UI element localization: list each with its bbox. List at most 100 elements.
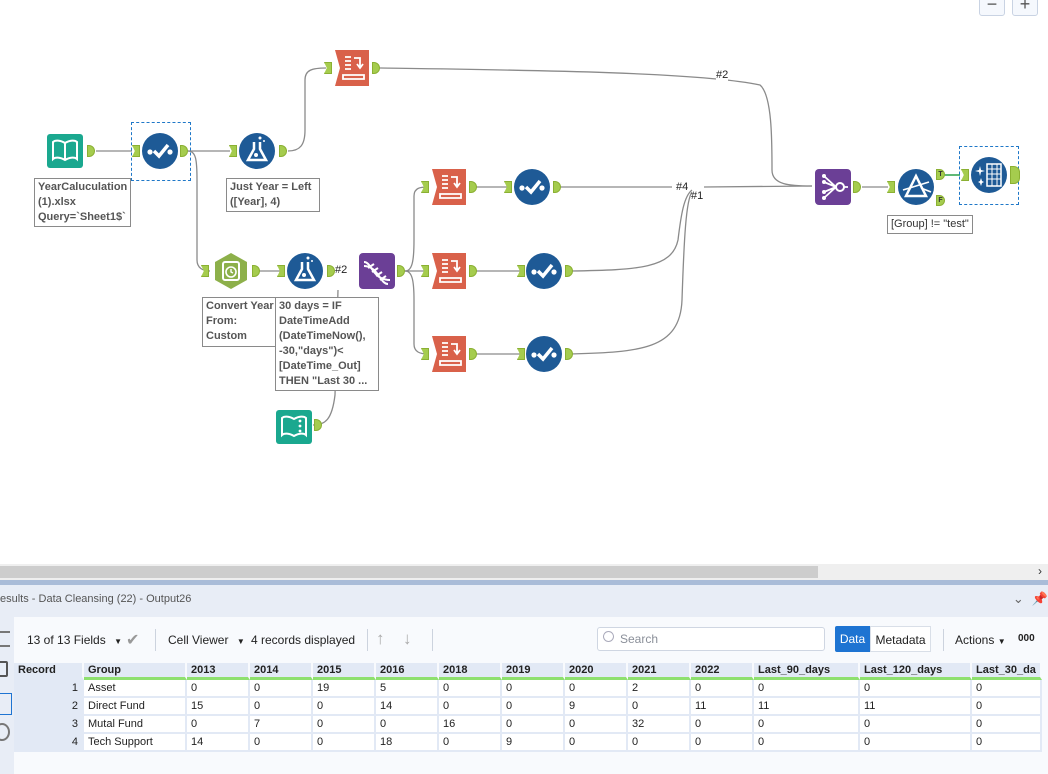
table-cell[interactable]: 0 [860, 680, 972, 698]
cross-tab-tool[interactable] [430, 335, 468, 373]
table-cell[interactable]: 0 [313, 716, 376, 734]
table-cell[interactable]: 0 [860, 734, 972, 752]
table-cell[interactable]: 0 [187, 680, 250, 698]
pin-icon[interactable]: 📌 [1032, 591, 1048, 606]
table-cell[interactable]: 11 [691, 698, 754, 716]
cross-tab-tool[interactable] [430, 252, 468, 290]
table-cell[interactable]: 0 [376, 716, 439, 734]
table-cell[interactable]: 0 [754, 680, 860, 698]
table-cell[interactable]: 0 [691, 680, 754, 698]
join-multiple-tool[interactable] [814, 168, 852, 206]
square-icon[interactable] [0, 661, 8, 677]
record-number[interactable]: 2 [14, 698, 84, 716]
table-cell[interactable]: 14 [376, 698, 439, 716]
arrow-up-icon[interactable]: ↑ [376, 629, 385, 649]
table-cell[interactable]: 0 [972, 698, 1042, 716]
data-tab-button[interactable]: Data [835, 626, 870, 652]
hexagon-icon[interactable] [0, 693, 12, 715]
arrow-down-icon[interactable]: ↓ [403, 629, 412, 649]
table-cell[interactable]: Tech Support [84, 734, 187, 752]
column-header[interactable]: Record [14, 663, 84, 680]
select-tool[interactable] [513, 168, 551, 206]
column-header[interactable]: 2015 [313, 663, 376, 680]
table-cell[interactable]: 0 [628, 698, 691, 716]
column-header[interactable]: 2016 [376, 663, 439, 680]
table-cell[interactable]: 7 [250, 716, 313, 734]
table-cell[interactable]: 0 [250, 680, 313, 698]
table-cell[interactable]: 0 [250, 698, 313, 716]
column-header[interactable]: 2018 [439, 663, 502, 680]
text-input-tool[interactable] [275, 408, 313, 446]
table-cell[interactable]: Asset [84, 680, 187, 698]
chevron-down-icon[interactable]: ⌄ [1013, 591, 1024, 606]
scrollbar-thumb[interactable] [0, 566, 818, 578]
checkmark-icon[interactable]: ✔ [126, 630, 139, 650]
column-header[interactable]: 2014 [250, 663, 313, 680]
column-header[interactable]: 2022 [691, 663, 754, 680]
formula-tool[interactable] [286, 252, 324, 290]
datetime-tool[interactable] [212, 252, 250, 290]
column-header[interactable]: 2019 [502, 663, 565, 680]
dna-tool[interactable] [358, 252, 396, 290]
table-cell[interactable]: 32 [628, 716, 691, 734]
cross-tab-tool[interactable] [333, 49, 371, 87]
workflow-canvas[interactable]: − + #2 #4 #1 #2 T F YearCaluculation (1)… [0, 0, 1048, 564]
table-row[interactable]: 1 Asset 0 0 19 5 0 0 0 2 0 0 0 0 [14, 680, 1042, 698]
table-cell[interactable]: 0 [439, 698, 502, 716]
table-cell[interactable]: 11 [754, 698, 860, 716]
table-cell[interactable]: Mutal Fund [84, 716, 187, 734]
column-header[interactable]: 2013 [187, 663, 250, 680]
help-icon[interactable] [0, 723, 10, 741]
table-cell[interactable]: 9 [502, 734, 565, 752]
more-options[interactable]: 000 [1018, 633, 1035, 644]
table-cell[interactable]: 0 [565, 680, 628, 698]
zoom-out-button[interactable]: − [979, 0, 1005, 16]
column-header[interactable]: Group [84, 663, 187, 680]
table-cell[interactable]: 11 [860, 698, 972, 716]
input-data-tool[interactable] [46, 132, 84, 170]
table-cell[interactable]: 0 [691, 716, 754, 734]
table-cell[interactable]: 0 [691, 734, 754, 752]
table-cell[interactable]: 0 [565, 716, 628, 734]
select-tool[interactable] [525, 335, 563, 373]
zoom-in-button[interactable]: + [1012, 0, 1038, 16]
actions-dropdown[interactable]: Actions ▼ [955, 633, 1006, 647]
table-cell[interactable]: 0 [565, 734, 628, 752]
output-anchor[interactable] [1010, 166, 1020, 184]
table-cell[interactable]: 0 [502, 680, 565, 698]
record-number[interactable]: 4 [14, 734, 84, 752]
table-cell[interactable]: 14 [187, 734, 250, 752]
table-cell[interactable]: 0 [754, 716, 860, 734]
table-cell[interactable]: 0 [502, 698, 565, 716]
column-header[interactable]: Last_30_da [972, 663, 1042, 680]
table-row[interactable]: 3 Mutal Fund 0 7 0 0 16 0 0 32 0 0 0 0 [14, 716, 1042, 734]
fields-dropdown[interactable]: 13 of 13 Fields ▼ [27, 633, 122, 647]
column-header[interactable]: 2021 [628, 663, 691, 680]
scroll-right-icon[interactable]: › [1038, 564, 1042, 578]
table-cell[interactable]: 0 [250, 734, 313, 752]
table-cell[interactable]: Direct Fund [84, 698, 187, 716]
record-number[interactable]: 3 [14, 716, 84, 734]
table-cell[interactable]: 0 [754, 734, 860, 752]
filter-tool[interactable] [897, 168, 935, 206]
table-cell[interactable]: 18 [376, 734, 439, 752]
table-row[interactable]: 4 Tech Support 14 0 0 18 0 9 0 0 0 0 0 0 [14, 734, 1042, 752]
table-cell[interactable]: 0 [313, 698, 376, 716]
list-icon[interactable] [0, 631, 10, 647]
table-cell[interactable]: 0 [313, 734, 376, 752]
table-cell[interactable]: 0 [187, 716, 250, 734]
column-header[interactable]: Last_120_days [860, 663, 972, 680]
table-cell[interactable]: 9 [565, 698, 628, 716]
table-cell[interactable]: 0 [972, 734, 1042, 752]
data-cleansing-tool[interactable] [970, 156, 1008, 194]
search-input[interactable]: Search [597, 627, 825, 651]
table-cell[interactable]: 0 [972, 716, 1042, 734]
cross-tab-tool[interactable] [430, 168, 468, 206]
table-cell[interactable]: 16 [439, 716, 502, 734]
table-cell[interactable]: 15 [187, 698, 250, 716]
table-cell[interactable]: 0 [972, 680, 1042, 698]
record-number[interactable]: 1 [14, 680, 84, 698]
table-cell[interactable]: 0 [439, 734, 502, 752]
horizontal-scrollbar[interactable]: › [0, 564, 1048, 580]
select-tool[interactable] [525, 252, 563, 290]
